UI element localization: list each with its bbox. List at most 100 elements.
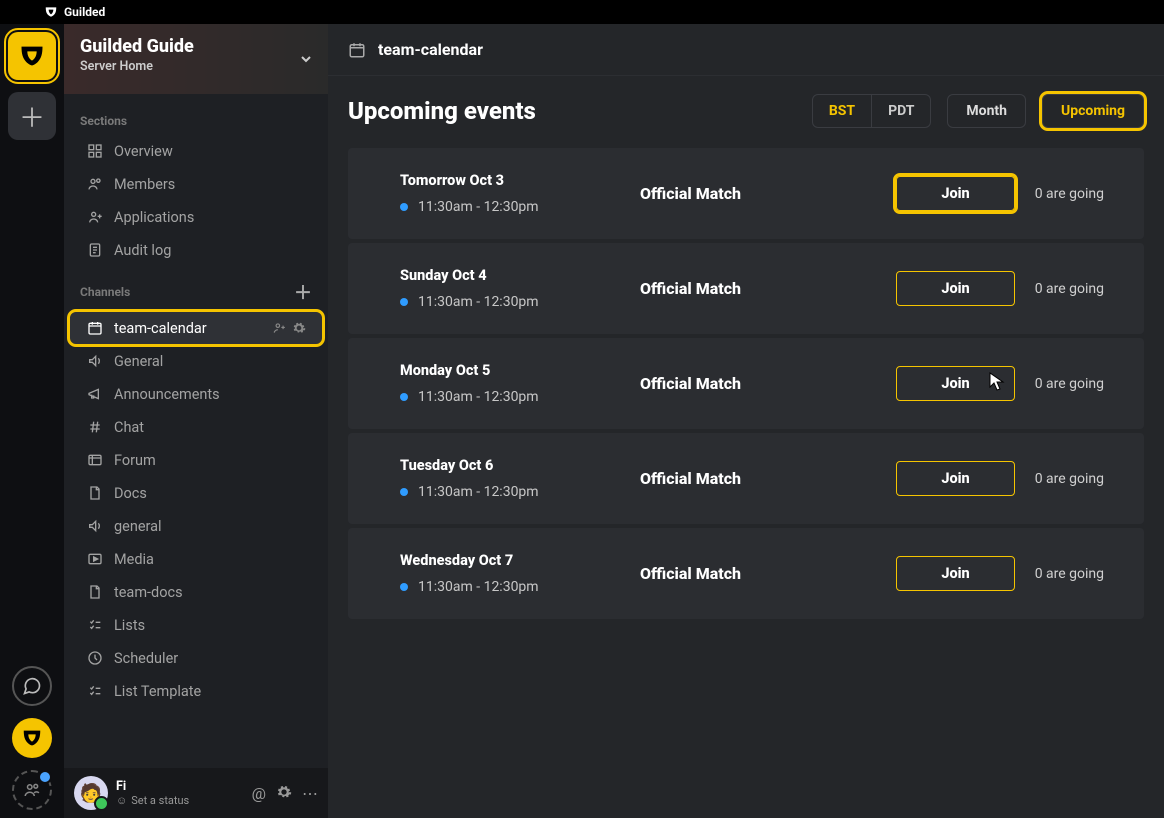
timezone-toggle: BST PDT bbox=[812, 94, 932, 128]
event-color-dot bbox=[400, 298, 408, 306]
event-date: Tomorrow Oct 3 bbox=[400, 172, 640, 189]
main-content: team-calendar Upcoming events BST PDT Mo… bbox=[328, 24, 1164, 818]
overview-icon bbox=[86, 142, 104, 160]
channel-item-team-calendar[interactable]: team-calendar bbox=[70, 312, 322, 344]
plus-icon: ＋ bbox=[19, 98, 45, 135]
join-button[interactable]: Join bbox=[896, 366, 1014, 401]
nav-label: Overview bbox=[114, 143, 306, 160]
channel-item-team-docs[interactable]: team-docs bbox=[70, 576, 322, 608]
event-color-dot bbox=[400, 583, 408, 591]
people-icon bbox=[23, 781, 41, 799]
section-item-overview[interactable]: Overview bbox=[70, 135, 322, 167]
chat-bubble-icon bbox=[22, 676, 42, 696]
voice-icon bbox=[86, 352, 104, 370]
settings-button[interactable] bbox=[276, 784, 292, 803]
mentions-button[interactable]: @ bbox=[252, 784, 266, 803]
join-button[interactable]: Join bbox=[896, 461, 1014, 496]
timezone-bst[interactable]: BST bbox=[813, 95, 871, 127]
channel-item-forum[interactable]: Forum bbox=[70, 444, 322, 476]
channel-item-chat[interactable]: Chat bbox=[70, 411, 322, 443]
channel-label: Scheduler bbox=[114, 650, 306, 667]
user-avatar[interactable]: 🧑 bbox=[74, 776, 108, 810]
channel-item-announcements[interactable]: Announcements bbox=[70, 378, 322, 410]
doc-icon bbox=[86, 484, 104, 502]
event-color-dot bbox=[400, 488, 408, 496]
timezone-pdt[interactable]: PDT bbox=[871, 95, 930, 127]
channel-label: team-docs bbox=[114, 584, 306, 601]
direct-messages-button[interactable] bbox=[12, 666, 52, 706]
event-date: Sunday Oct 4 bbox=[400, 267, 640, 284]
voice-icon bbox=[86, 517, 104, 535]
going-count: 0 are going bbox=[1035, 281, 1104, 297]
user-name: Fi bbox=[116, 779, 244, 794]
channel-name: team-calendar bbox=[378, 40, 483, 59]
channel-label: Announcements bbox=[114, 386, 306, 403]
server-subtitle: Server Home bbox=[80, 59, 312, 74]
applications-icon bbox=[86, 208, 104, 226]
sections-heading: Sections bbox=[64, 102, 328, 134]
channel-item-list-template[interactable]: List Template bbox=[70, 675, 322, 707]
channel-label: Chat bbox=[114, 419, 306, 436]
sidebar: Guilded Guide Server Home Sections Overv… bbox=[64, 24, 328, 818]
server-rail: ＋ bbox=[0, 24, 64, 818]
channel-item-media[interactable]: Media bbox=[70, 543, 322, 575]
channel-label: List Template bbox=[114, 683, 306, 700]
channel-item-scheduler[interactable]: Scheduler bbox=[70, 642, 322, 674]
event-time: 11:30am - 12:30pm bbox=[400, 199, 640, 215]
event-card[interactable]: Sunday Oct 4 11:30am - 12:30pm Official … bbox=[348, 243, 1144, 334]
list-icon bbox=[86, 616, 104, 634]
channel-header: team-calendar bbox=[328, 24, 1164, 76]
channel-label: Docs bbox=[114, 485, 306, 502]
event-title: Official Match bbox=[640, 564, 896, 583]
nav-label: Audit log bbox=[114, 242, 306, 259]
guilded-shield-icon bbox=[21, 727, 43, 749]
channel-item-general[interactable]: General bbox=[70, 345, 322, 377]
channel-item-general[interactable]: general bbox=[70, 510, 322, 542]
event-title: Official Match bbox=[640, 184, 896, 203]
gear-icon[interactable] bbox=[292, 321, 306, 335]
section-item-audit-log[interactable]: Audit log bbox=[70, 234, 322, 266]
channel-item-lists[interactable]: Lists bbox=[70, 609, 322, 641]
channel-label: Media bbox=[114, 551, 306, 568]
view-month-button[interactable]: Month bbox=[947, 94, 1026, 128]
join-button[interactable]: Join bbox=[896, 176, 1014, 211]
event-card[interactable]: Monday Oct 5 11:30am - 12:30pm Official … bbox=[348, 338, 1144, 429]
doc-icon bbox=[86, 583, 104, 601]
going-count: 0 are going bbox=[1035, 566, 1104, 582]
add-channel-button[interactable]: ＋ bbox=[294, 279, 312, 305]
event-date: Tuesday Oct 6 bbox=[400, 457, 640, 474]
home-button[interactable] bbox=[12, 718, 52, 758]
join-button[interactable]: Join bbox=[896, 556, 1014, 591]
channel-label: general bbox=[114, 518, 306, 535]
calendar-icon bbox=[348, 41, 366, 59]
nav-label: Applications bbox=[114, 209, 306, 226]
server-icon-active[interactable] bbox=[8, 32, 56, 80]
server-header[interactable]: Guilded Guide Server Home bbox=[64, 24, 328, 94]
event-card[interactable]: Tomorrow Oct 3 11:30am - 12:30pm Officia… bbox=[348, 148, 1144, 239]
channel-item-docs[interactable]: Docs bbox=[70, 477, 322, 509]
add-server-button[interactable]: ＋ bbox=[8, 92, 56, 140]
event-card[interactable]: Wednesday Oct 7 11:30am - 12:30pm Offici… bbox=[348, 528, 1144, 619]
hash-icon bbox=[86, 418, 104, 436]
join-button[interactable]: Join bbox=[896, 271, 1014, 306]
section-item-members[interactable]: Members bbox=[70, 168, 322, 200]
event-title: Official Match bbox=[640, 279, 896, 298]
user-footer: 🧑 Fi ☺ Set a status @ ⋯ bbox=[64, 768, 328, 818]
user-status[interactable]: ☺ Set a status bbox=[116, 794, 244, 807]
section-item-applications[interactable]: Applications bbox=[70, 201, 322, 233]
page-title: Upcoming events bbox=[348, 97, 536, 125]
find-server-button[interactable] bbox=[12, 770, 52, 810]
channels-heading: Channels ＋ bbox=[64, 267, 328, 311]
event-card[interactable]: Tuesday Oct 6 11:30am - 12:30pm Official… bbox=[348, 433, 1144, 524]
more-button[interactable]: ⋯ bbox=[302, 784, 318, 803]
add-member-icon[interactable] bbox=[272, 321, 286, 335]
forum-icon bbox=[86, 451, 104, 469]
app-titlebar: Guilded bbox=[0, 0, 1164, 24]
smile-icon: ☺ bbox=[116, 794, 127, 807]
view-upcoming-button[interactable]: Upcoming bbox=[1042, 94, 1144, 128]
event-color-dot bbox=[400, 393, 408, 401]
members-icon bbox=[86, 175, 104, 193]
calendar-icon bbox=[86, 319, 104, 337]
gear-icon bbox=[276, 784, 292, 800]
going-count: 0 are going bbox=[1035, 186, 1104, 202]
